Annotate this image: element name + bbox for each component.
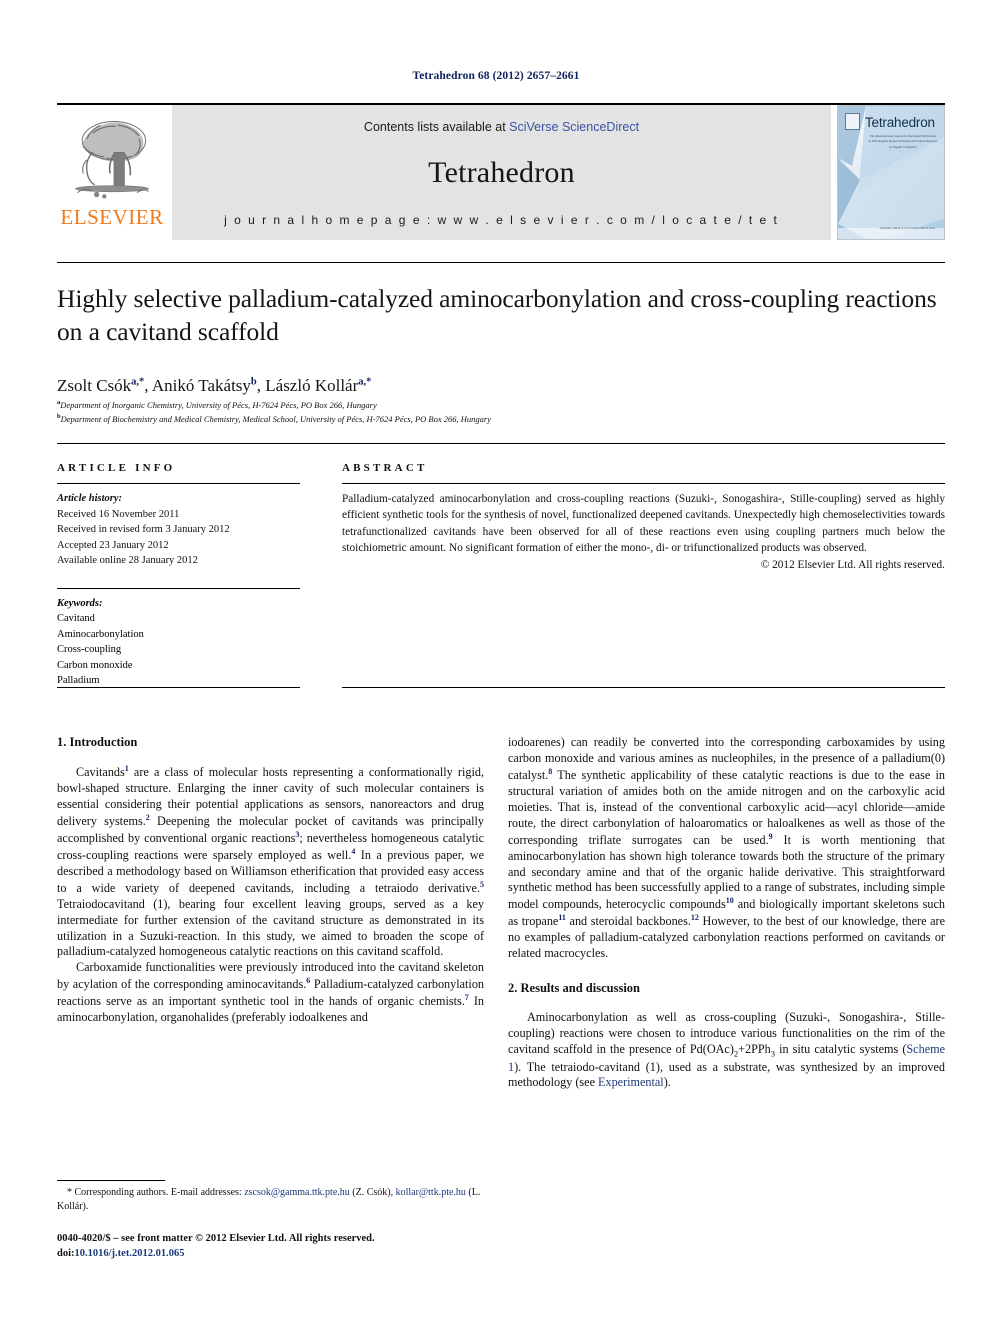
keyword-item: Carbon monoxide xyxy=(57,659,133,671)
affiliation-a: aDepartment of Inorganic Chemistry, Univ… xyxy=(57,399,377,410)
cover-journal-title: Tetrahedron xyxy=(865,115,935,130)
paragraph-results-1: Aminocarbonylation as well as cross-coup… xyxy=(508,1010,945,1090)
imprint-block: 0040-4020/$ – see front matter © 2012 El… xyxy=(57,1232,484,1262)
body-column-left: 1. Introduction Cavitands1 are a class o… xyxy=(57,735,484,1026)
running-head: Tetrahedron 68 (2012) 2657–2661 xyxy=(412,70,580,82)
contents-available-line: Contents lists available at SciVerse Sci… xyxy=(364,120,639,134)
paragraph-intro-3: iodoarenes) can readily be converted int… xyxy=(508,735,945,961)
body-column-right: iodoarenes) can readily be converted int… xyxy=(508,735,945,1091)
elsevier-wordmark: ELSEVIER xyxy=(60,205,164,229)
journal-homepage: j o u r n a l h o m e p a g e : w w w . … xyxy=(224,213,779,227)
journal-masthead: ELSEVIER Contents lists available at Sci… xyxy=(57,103,945,240)
keyword-item: Cavitand xyxy=(57,613,95,625)
article-history-label: Article history: xyxy=(57,493,123,504)
elsevier-tree-icon xyxy=(75,121,149,199)
title-divider xyxy=(57,262,945,263)
history-item: Received in revised form 3 January 2012 xyxy=(57,524,230,536)
section-heading-introduction: 1. Introduction xyxy=(57,735,138,749)
keyword-item: Cross-coupling xyxy=(57,644,122,656)
journal-banner: Contents lists available at SciVerse Sci… xyxy=(172,105,831,240)
email-link-csok[interactable]: zscsok@gamma.ttk.pte.hu xyxy=(244,1187,350,1198)
doi-line: doi:10.1016/j.tet.2012.01.065 xyxy=(57,1247,185,1259)
cover-subtitle: The Internationaal Journal for the Rapid… xyxy=(868,134,938,149)
info-divider xyxy=(57,443,945,444)
body-divider-right xyxy=(342,687,945,688)
history-item: Available online 28 January 2012 xyxy=(57,555,198,567)
article-info-heading: ARTICLE INFO xyxy=(57,462,176,474)
abstract-copyright: © 2012 Elsevier Ltd. All rights reserved… xyxy=(760,558,945,571)
abstract-rule xyxy=(342,483,945,484)
author-1: Zsolt Csóka,* xyxy=(57,376,145,395)
article-info-column: ARTICLE INFO Article history: Received 1… xyxy=(57,462,300,689)
keywords-rule xyxy=(57,587,300,589)
author-1-marks: a,* xyxy=(131,376,145,388)
history-item: Received 16 November 2011 xyxy=(57,508,180,520)
author-2-marks: b xyxy=(250,376,257,388)
body-divider-left xyxy=(57,687,300,688)
author-list: Zsolt Csóka,*, Anikó Takátsyb, László Ko… xyxy=(57,376,372,395)
author-3-marks: a,* xyxy=(358,376,372,388)
article-info-rule xyxy=(57,483,300,484)
footnote-divider xyxy=(57,1180,165,1181)
keywords-label: Keywords: xyxy=(57,597,103,609)
cover-elsevier-logo-icon xyxy=(845,113,860,130)
abstract-column: ABSTRACT Palladium-catalyzed aminocarbon… xyxy=(342,462,945,571)
keywords-block: Keywords: Cavitand Aminocarbonylation Cr… xyxy=(57,596,300,689)
elsevier-logo: ELSEVIER xyxy=(57,105,167,240)
contents-prefix: Contents lists available at xyxy=(363,120,510,134)
author-2: Anikó Takátsyb xyxy=(151,376,257,395)
affiliation-list: aDepartment of Inorganic Chemistry, Univ… xyxy=(57,398,937,425)
abstract-heading: ABSTRACT xyxy=(342,462,428,474)
section-heading-results: 2. Results and discussion xyxy=(508,981,640,996)
journal-name: Tetrahedron xyxy=(428,156,575,189)
author-3: László Kollára,* xyxy=(265,376,372,395)
front-matter-line: 0040-4020/$ – see front matter © 2012 El… xyxy=(57,1233,375,1244)
history-item: Accepted 23 January 2012 xyxy=(57,539,169,551)
email-link-kollar[interactable]: kollar@ttk.pte.hu xyxy=(396,1187,466,1198)
experimental-link[interactable]: Experimental xyxy=(598,1075,664,1089)
page-title: Highly selective palladium-catalyzed ami… xyxy=(57,284,937,346)
cover-footer-text: Available online at www.sciencedirect.co… xyxy=(879,226,935,231)
sciencedirect-link[interactable]: SciVerse ScienceDirect xyxy=(509,120,639,134)
article-history-block: Article history: Received 16 November 20… xyxy=(57,491,300,569)
paragraph-intro-2: Carboxamide functionalities were previou… xyxy=(57,960,485,1025)
doi-link[interactable]: 10.1016/j.tet.2012.01.065 xyxy=(75,1248,185,1259)
abstract-text: Palladium-catalyzed aminocarbonylation a… xyxy=(342,493,945,555)
paragraph-intro-1: Cavitands1 are a class of molecular host… xyxy=(57,764,485,959)
keyword-item: Aminocarbonylation xyxy=(57,628,144,640)
corresponding-author-footnote: * Corresponding authors. E-mail addresse… xyxy=(57,1187,481,1213)
affiliation-b: bDepartment of Biochemistry and Medical … xyxy=(57,412,491,424)
journal-cover-thumbnail[interactable]: Tetrahedron The Internationaal Journal f… xyxy=(837,105,945,240)
paper-page: Tetrahedron 68 (2012) 2657–2661 ELSEVIER… xyxy=(0,0,992,1323)
